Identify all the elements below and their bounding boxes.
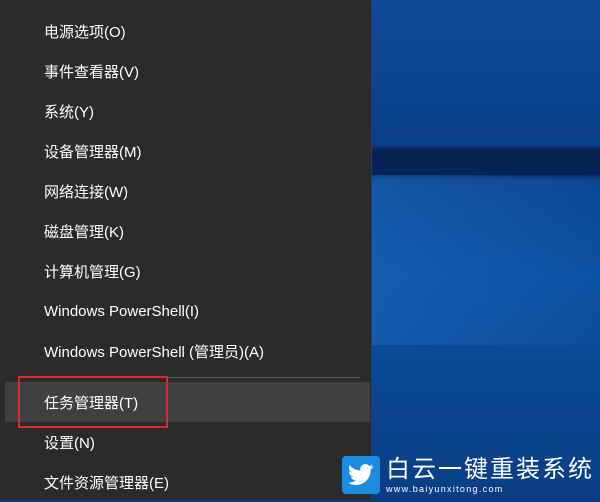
menu-item-event-viewer[interactable]: 事件查看器(V) bbox=[0, 51, 371, 91]
menu-item-label: 磁盘管理(K) bbox=[44, 223, 124, 241]
menu-item-label: 设置(N) bbox=[44, 434, 95, 452]
menu-item-device-manager[interactable]: 设备管理器(M) bbox=[0, 131, 371, 171]
menu-item-label: 事件查看器(V) bbox=[44, 63, 139, 81]
menu-item-powershell-admin[interactable]: Windows PowerShell (管理员)(A) bbox=[0, 331, 371, 371]
menu-item-label: 计算机管理(G) bbox=[44, 263, 141, 281]
menu-item-label: 网络连接(W) bbox=[44, 183, 129, 201]
menu-item-system[interactable]: 系统(Y) bbox=[0, 91, 371, 131]
menu-item-label: 文件资源管理器(E) bbox=[44, 474, 169, 492]
menu-item-label: 电源选项(O) bbox=[44, 23, 126, 41]
watermark-title: 白云一键重装系统 bbox=[386, 456, 594, 483]
menu-item-network-connections[interactable]: 网络连接(W) bbox=[0, 171, 371, 211]
menu-item-settings[interactable]: 设置(N) bbox=[0, 422, 371, 462]
menu-item-powershell[interactable]: Windows PowerShell(I) bbox=[0, 291, 371, 331]
watermark-text: 白云一键重装系统 www.baiyunxitong.com bbox=[386, 456, 594, 494]
twitter-bird-icon bbox=[342, 456, 380, 494]
watermark-url: www.baiyunxitong.com bbox=[386, 484, 504, 494]
winx-context-menu: 电源选项(O) 事件查看器(V) 系统(Y) 设备管理器(M) 网络连接(W) … bbox=[0, 0, 372, 500]
menu-item-label: 设备管理器(M) bbox=[44, 143, 142, 161]
desktop-background bbox=[372, 0, 600, 500]
menu-item-file-explorer[interactable]: 文件资源管理器(E) bbox=[0, 462, 371, 502]
menu-item-task-manager[interactable]: 任务管理器(T) bbox=[5, 382, 370, 422]
menu-separator bbox=[18, 377, 360, 378]
menu-item-label: Windows PowerShell (管理员)(A) bbox=[44, 343, 265, 361]
menu-item-label: 任务管理器(T) bbox=[44, 394, 139, 412]
menu-item-computer-management[interactable]: 计算机管理(G) bbox=[0, 251, 371, 291]
menu-item-disk-management[interactable]: 磁盘管理(K) bbox=[0, 211, 371, 251]
watermark: 白云一键重装系统 www.baiyunxitong.com bbox=[342, 456, 594, 494]
menu-item-label: 系统(Y) bbox=[44, 103, 94, 121]
menu-item-label: Windows PowerShell(I) bbox=[44, 302, 200, 320]
desktop-light-beam bbox=[372, 175, 600, 345]
menu-item-power-options[interactable]: 电源选项(O) bbox=[0, 11, 371, 51]
